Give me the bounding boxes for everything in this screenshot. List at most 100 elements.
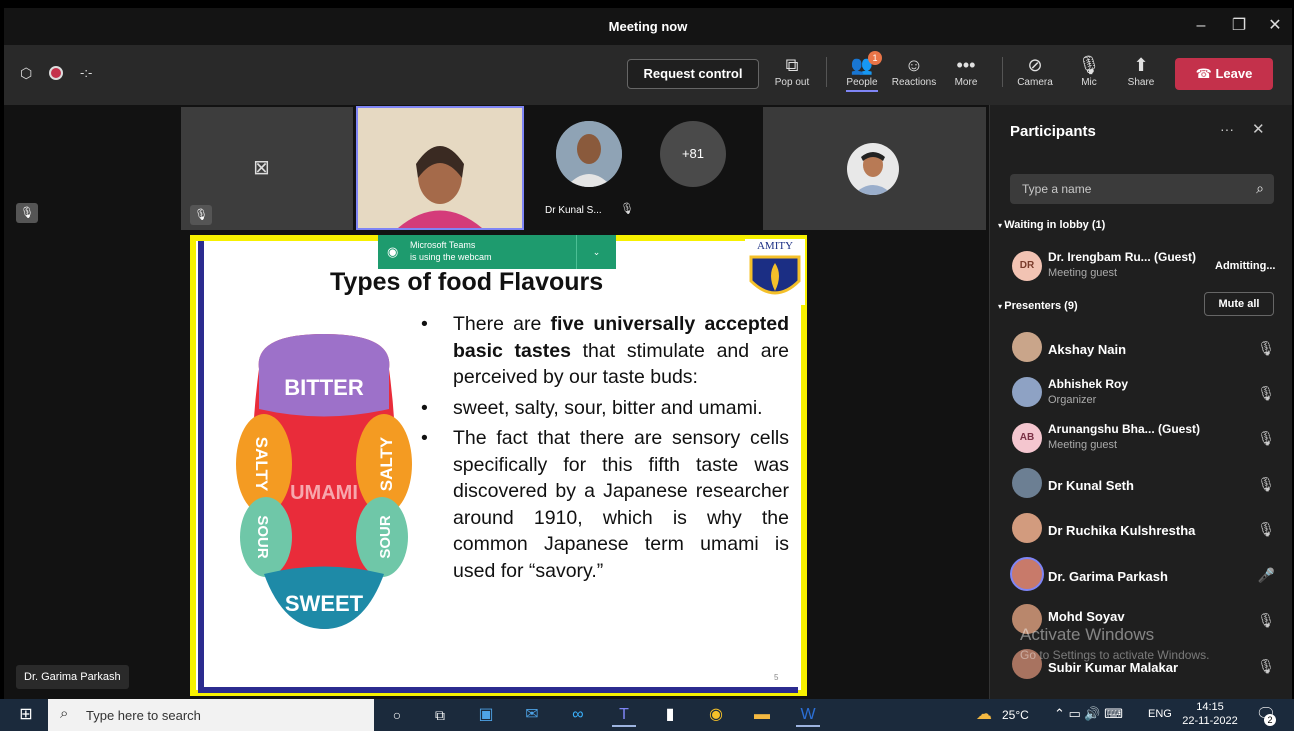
maximize-button[interactable]: ❐ (1222, 14, 1256, 38)
app-icon[interactable]: ∞ (566, 703, 590, 727)
file-explorer-icon[interactable]: ▬ (750, 703, 774, 727)
close-icon[interactable]: ✕ (1252, 120, 1265, 138)
video-tile-camera-off[interactable]: ⊠ 🎙 (181, 107, 353, 230)
weather-icon[interactable]: ☁ (972, 703, 996, 727)
mic-button[interactable]: 🎙 Mic (1074, 53, 1104, 88)
slide-frame: Types of food Flavours AMITY BITTER UMAM… (198, 239, 805, 693)
avatar (1010, 557, 1044, 591)
participant-name: Dr. Garima Parkash (1048, 569, 1168, 584)
participant-row[interactable]: Dr. Garima Parkash 🎤 (990, 554, 1293, 594)
chrome-icon[interactable]: ◉ (704, 703, 728, 727)
taskbar-search-input[interactable]: ⌕ Type here to search (48, 699, 374, 731)
recording-icon (49, 66, 63, 80)
tongue-label-umami: UMAMI (290, 482, 358, 504)
avatar (1012, 377, 1042, 407)
meeting-stage: 🎙 ⊠ 🎙 Dr Kunal S... 🎙 +81 Types of food … (4, 105, 989, 699)
webcam-notification[interactable]: ◉ Microsoft Teams is using the webcam ⌄ (378, 235, 616, 269)
people-label: People (846, 77, 878, 92)
language-indicator[interactable]: ENG (1148, 708, 1172, 720)
participant-search-input[interactable]: Type a name ⌕ (1010, 174, 1274, 204)
word-icon[interactable]: W (796, 703, 820, 727)
presenters-header[interactable]: ▾ Presenters (9) (998, 300, 1078, 312)
activation-watermark-sub: Go to Settings to activate Windows. (1020, 648, 1210, 662)
mic-off-icon: 🎙 (190, 205, 212, 225)
window-title: Meeting now (608, 19, 688, 34)
mic-off-icon: 🎙 (1257, 476, 1275, 492)
search-icon: ⌕ (60, 705, 69, 722)
meeting-toolbar: ⬡ -:- Request control ⧉ Pop out 👥 People… (4, 45, 1292, 105)
toast-line1: Microsoft Teams (410, 240, 476, 250)
leave-button[interactable]: ☎ Leave (1175, 58, 1273, 90)
more-options-icon[interactable]: ··· (1220, 121, 1234, 137)
store-icon[interactable]: ▣ (474, 703, 498, 727)
tongue-diagram: BITTER UMAMI SWEET SALTY SALTY SOUR SOUR (236, 334, 412, 629)
task-view-icon[interactable]: ⧉ (428, 703, 452, 727)
mic-off-icon: 🎙 (620, 203, 634, 215)
participant-row[interactable]: Dr Kunal Seth 🎙 (990, 463, 1293, 503)
more-label: More (954, 77, 978, 88)
presenter-name-label: Dr. Garima Parkash (16, 665, 129, 689)
video-tile-active-speaker[interactable] (356, 106, 524, 230)
reactions-label: Reactions (891, 77, 937, 88)
clock-time[interactable]: 14:15 (1180, 701, 1240, 713)
camera-button[interactable]: ⊘ Camera (1016, 53, 1054, 88)
mute-all-button[interactable]: Mute all (1204, 292, 1274, 316)
mic-label: Mic (1081, 77, 1097, 88)
more-icon: ••• (956, 55, 976, 75)
people-badge: 1 (868, 51, 882, 65)
participant-name: Dr Ruchika Kulshrestha (1048, 523, 1196, 538)
close-window-button[interactable]: ✕ (1258, 14, 1292, 38)
tile-name: Dr Kunal S... (545, 205, 602, 216)
admit-status[interactable]: Admitting... (1215, 260, 1276, 272)
windows-start-icon[interactable]: ⊞ (14, 703, 38, 727)
shared-slide: Types of food Flavours AMITY BITTER UMAM… (190, 235, 807, 696)
avatar: DR (1012, 251, 1042, 281)
participant-row[interactable]: AB Arunangshu Bha... (Guest) Meeting gue… (990, 417, 1293, 457)
participant-name: Arunangshu Bha... (Guest) (1048, 422, 1201, 436)
cortana-icon[interactable]: ○ (385, 703, 409, 727)
toast-line2: is using the webcam (410, 252, 492, 262)
share-button[interactable]: ⬆ Share (1126, 53, 1156, 88)
bullet-item: There are five universally accepted basi… (417, 311, 789, 391)
mic-off-icon: 🎙 (1257, 658, 1275, 674)
participant-role: Meeting guest (1048, 267, 1118, 279)
teams-icon[interactable]: T (612, 703, 636, 727)
teams-window: Meeting now – ❐ ✕ ⬡ -:- Request control … (4, 8, 1292, 699)
more-participants-button[interactable]: +81 (660, 121, 726, 187)
participant-row[interactable]: Abhishek Roy Organizer 🎙 (990, 372, 1293, 412)
amity-logo: AMITY (745, 239, 805, 305)
reactions-button[interactable]: ☺ Reactions (890, 53, 938, 88)
shield-icon: ⬡ (20, 65, 33, 81)
lobby-header[interactable]: ▾ Waiting in lobby (1) (998, 219, 1105, 231)
minimize-button[interactable]: – (1184, 14, 1218, 38)
participant-row[interactable]: Akshay Nain 🎙 (990, 327, 1293, 367)
request-control-button[interactable]: Request control (627, 59, 759, 89)
avatar (1012, 332, 1042, 362)
mail-icon[interactable]: ✉ (520, 703, 544, 727)
clock-date[interactable]: 22-11-2022 (1180, 715, 1240, 727)
tongue-label-salty-left: SALTY (252, 437, 271, 492)
tongue-label-sour-left: SOUR (254, 515, 271, 559)
tongue-label-sour-right: SOUR (377, 515, 394, 559)
notepad-icon[interactable]: ▮ (658, 703, 682, 727)
speaker-video (358, 108, 522, 228)
title-bar: Meeting now – ❐ ✕ (4, 8, 1292, 45)
search-placeholder: Type a name (1022, 182, 1092, 196)
tongue-label-salty-right: SALTY (377, 436, 396, 491)
video-tile[interactable] (763, 107, 986, 230)
pop-out-button[interactable]: ⧉ Pop out (772, 53, 812, 88)
participant-name: Mohd Soyav (1048, 609, 1125, 624)
camera-off-icon: ⊠ (253, 157, 270, 179)
avatar (1012, 513, 1042, 543)
tray-icons[interactable]: ⌃ ▭ 🔊 ⌨ (1054, 706, 1123, 722)
people-button[interactable]: 👥 People 1 (842, 51, 882, 92)
avatar: AB (1012, 423, 1042, 453)
participant-row[interactable]: Dr Ruchika Kulshrestha 🎙 (990, 508, 1293, 548)
lobby-row[interactable]: DR Dr. Irengbam Ru... (Guest) Meeting gu… (990, 245, 1293, 285)
divider (1002, 57, 1003, 87)
more-button[interactable]: ••• More (950, 53, 982, 88)
chevron-down-icon[interactable]: ⌄ (576, 235, 616, 269)
participant-role: Organizer (1048, 394, 1097, 406)
bullet-item: sweet, salty, sour, bitter and umami. (417, 395, 789, 422)
participants-panel: Participants ··· ✕ Type a name ⌕ ▾ Waiti… (989, 105, 1292, 699)
